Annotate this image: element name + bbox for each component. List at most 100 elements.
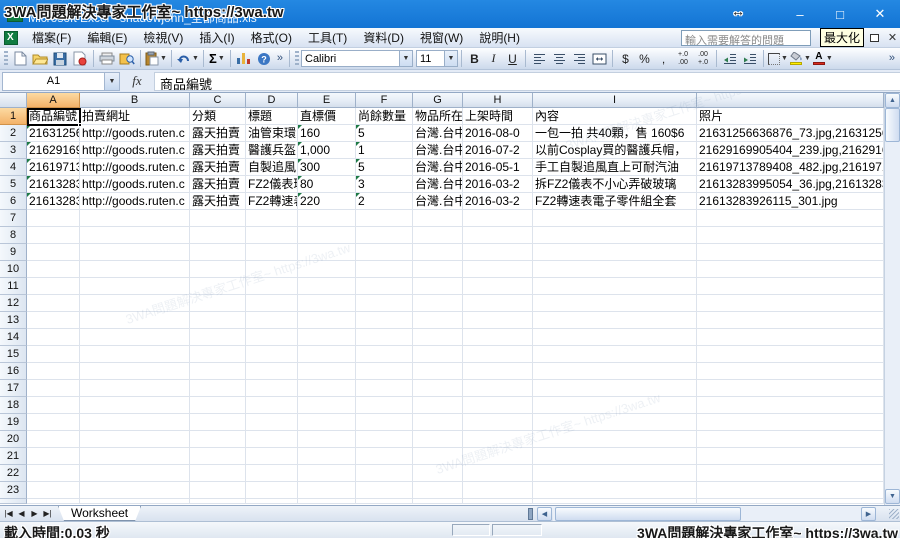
percent-button[interactable]: % bbox=[635, 52, 654, 66]
cell-h19[interactable] bbox=[463, 414, 533, 431]
cell-j18[interactable] bbox=[697, 397, 884, 414]
cell-g2[interactable]: 台灣.台中 bbox=[413, 125, 463, 142]
cell-g4[interactable]: 台灣.台中 bbox=[413, 159, 463, 176]
cell-i2[interactable]: 一包一拍 共40顆，售 160$6 bbox=[533, 125, 697, 142]
cell-c19[interactable] bbox=[190, 414, 246, 431]
cell-j15[interactable] bbox=[697, 346, 884, 363]
cell-g3[interactable]: 台灣.台中 bbox=[413, 142, 463, 159]
cell-d16[interactable] bbox=[246, 363, 298, 380]
menu-window[interactable]: 視窗(W) bbox=[412, 27, 471, 48]
format-toolbar-grip[interactable] bbox=[295, 51, 299, 67]
currency-button[interactable]: $ bbox=[616, 52, 635, 66]
cell-d7[interactable] bbox=[246, 210, 298, 227]
cell-a13[interactable] bbox=[27, 312, 80, 329]
horizontal-scrollbar[interactable] bbox=[553, 507, 861, 521]
cell-j7[interactable] bbox=[697, 210, 884, 227]
cell-f1[interactable]: 尚餘數量 bbox=[356, 108, 413, 125]
row-header-15[interactable]: 15 bbox=[0, 346, 27, 363]
cell-f10[interactable] bbox=[356, 261, 413, 278]
cell-i19[interactable] bbox=[533, 414, 697, 431]
cell-c6[interactable]: 露天拍賣 bbox=[190, 193, 246, 210]
paste-button[interactable]: ▼ bbox=[144, 49, 168, 68]
cell-j23[interactable] bbox=[697, 482, 884, 499]
tab-split-handle[interactable] bbox=[528, 508, 533, 520]
last-sheet-button[interactable]: ▶| bbox=[41, 507, 54, 521]
cell-c12[interactable] bbox=[190, 295, 246, 312]
column-header-d[interactable]: D bbox=[246, 93, 298, 108]
cell-b23[interactable] bbox=[80, 482, 190, 499]
cell-j1[interactable]: 照片 bbox=[697, 108, 884, 125]
column-header-h[interactable]: H bbox=[463, 93, 533, 108]
cell-h5[interactable]: 2016-03-2 bbox=[463, 176, 533, 193]
formula-content[interactable]: 商品編號 bbox=[154, 72, 900, 91]
cell-f23[interactable] bbox=[356, 482, 413, 499]
column-header-g[interactable]: G bbox=[413, 93, 463, 108]
cell-e13[interactable] bbox=[298, 312, 356, 329]
cell-b19[interactable] bbox=[80, 414, 190, 431]
cell-d4[interactable]: 自製追風 bbox=[246, 159, 298, 176]
help-question-input[interactable]: 輸入需要解答的問題 bbox=[681, 30, 811, 46]
cell-e14[interactable] bbox=[298, 329, 356, 346]
menu-file[interactable]: 檔案(F) bbox=[24, 27, 79, 48]
cell-j5[interactable]: 21613283995054_36.jpg,2161328399 bbox=[697, 176, 884, 193]
cell-c4[interactable]: 露天拍賣 bbox=[190, 159, 246, 176]
scroll-up-icon[interactable]: ▲ bbox=[885, 93, 900, 108]
cell-c11[interactable] bbox=[190, 278, 246, 295]
comma-button[interactable]: , bbox=[654, 52, 673, 66]
minimize-button[interactable]: – bbox=[780, 0, 820, 28]
cell-d8[interactable] bbox=[246, 227, 298, 244]
cell-e3[interactable]: 1,000 bbox=[298, 142, 356, 159]
cell-g23[interactable] bbox=[413, 482, 463, 499]
cell-h16[interactable] bbox=[463, 363, 533, 380]
column-header-a[interactable]: A bbox=[27, 93, 80, 108]
cell-f20[interactable] bbox=[356, 431, 413, 448]
toolbar-options-chevron[interactable]: » bbox=[274, 54, 286, 63]
resize-grip[interactable] bbox=[889, 509, 899, 519]
cell-g20[interactable] bbox=[413, 431, 463, 448]
cell-i16[interactable] bbox=[533, 363, 697, 380]
row-header-2[interactable]: 2 bbox=[0, 125, 27, 142]
underline-button[interactable]: U bbox=[503, 52, 522, 66]
cell-c13[interactable] bbox=[190, 312, 246, 329]
format-options-chevron[interactable]: » bbox=[886, 54, 898, 63]
cell-f3[interactable]: 1 bbox=[356, 142, 413, 159]
cell-b8[interactable] bbox=[80, 227, 190, 244]
cell-e20[interactable] bbox=[298, 431, 356, 448]
cell-h23[interactable] bbox=[463, 482, 533, 499]
cell-j6[interactable]: 21613283926115_301.jpg bbox=[697, 193, 884, 210]
cell-i5[interactable]: 拆FZ2儀表不小心弄破玻璃 bbox=[533, 176, 697, 193]
decrease-decimal-button[interactable]: .00 +.0 bbox=[693, 49, 713, 68]
cell-a15[interactable] bbox=[27, 346, 80, 363]
cell-a24[interactable] bbox=[27, 499, 80, 504]
workbook-restore-button[interactable] bbox=[867, 31, 882, 45]
cell-e24[interactable] bbox=[298, 499, 356, 504]
cell-f8[interactable] bbox=[356, 227, 413, 244]
cell-a18[interactable] bbox=[27, 397, 80, 414]
cell-c2[interactable]: 露天拍賣 bbox=[190, 125, 246, 142]
vertical-scroll-thumb[interactable] bbox=[885, 108, 900, 142]
cell-e8[interactable] bbox=[298, 227, 356, 244]
print-button[interactable] bbox=[97, 49, 117, 68]
menu-view[interactable]: 檢視(V) bbox=[135, 27, 191, 48]
name-box[interactable]: A1 bbox=[2, 72, 105, 91]
decrease-indent-button[interactable] bbox=[720, 49, 740, 68]
maximize-button[interactable]: □ bbox=[820, 0, 860, 28]
scroll-down-icon[interactable]: ▼ bbox=[885, 489, 900, 504]
cell-j12[interactable] bbox=[697, 295, 884, 312]
cell-g1[interactable]: 物品所在 bbox=[413, 108, 463, 125]
cell-g8[interactable] bbox=[413, 227, 463, 244]
vertical-scrollbar[interactable]: ▲ ▼ bbox=[884, 93, 900, 505]
column-header-i[interactable]: I bbox=[533, 93, 697, 108]
row-header-24[interactable] bbox=[0, 499, 27, 504]
cell-a20[interactable] bbox=[27, 431, 80, 448]
cell-i15[interactable] bbox=[533, 346, 697, 363]
cell-h20[interactable] bbox=[463, 431, 533, 448]
cell-h9[interactable] bbox=[463, 244, 533, 261]
cell-a1[interactable]: 商品編號 bbox=[27, 108, 80, 125]
close-button[interactable]: ✕ bbox=[860, 0, 900, 28]
cell-b3[interactable]: http://goods.ruten.c bbox=[80, 142, 190, 159]
cell-g6[interactable]: 台灣.台中 bbox=[413, 193, 463, 210]
cell-e11[interactable] bbox=[298, 278, 356, 295]
row-header-10[interactable]: 10 bbox=[0, 261, 27, 278]
cell-i6[interactable]: FZ2轉速表電子零件組全套 bbox=[533, 193, 697, 210]
